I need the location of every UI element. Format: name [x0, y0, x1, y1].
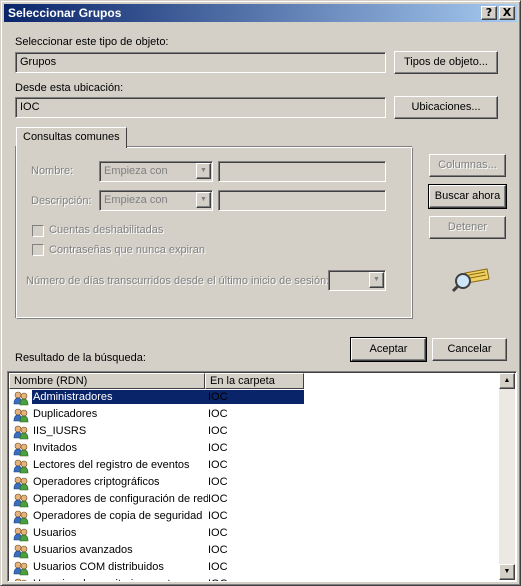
no-expire-passwords-label: Contraseñas que nunca expiran: [49, 244, 205, 256]
group-icon: [13, 425, 29, 440]
dialog-window: Seleccionar Grupos ? X Seleccionar este …: [0, 0, 521, 586]
group-icon: [13, 476, 29, 491]
search-now-button[interactable]: Buscar ahora: [428, 184, 507, 209]
row-folder: IOC: [208, 425, 228, 437]
accept-button[interactable]: Aceptar: [350, 337, 427, 362]
row-folder: IOC: [208, 578, 228, 581]
group-icon: [13, 527, 29, 542]
row-folder: IOC: [208, 510, 228, 522]
row-name: Duplicadores: [33, 408, 98, 420]
title-bar[interactable]: Seleccionar Grupos ? X: [4, 4, 517, 22]
row-name: Usuarios COM distribuidos: [33, 561, 164, 573]
columns-button: Columnas...: [429, 154, 506, 177]
scroll-up-arrow-icon[interactable]: ▲: [499, 373, 515, 389]
group-icon: [13, 408, 29, 423]
vertical-scrollbar[interactable]: ▲ ▼: [499, 373, 515, 580]
location-label: Desde esta ubicación:: [15, 82, 124, 94]
row-name: Usuarios: [33, 527, 77, 539]
row-name: Invitados: [33, 442, 78, 454]
row-folder: IOC: [208, 459, 228, 471]
search-magnifier-icon: [451, 268, 490, 293]
row-name: Lectores del registro de eventos: [33, 459, 190, 471]
tab-common-queries[interactable]: Consultas comunes: [16, 127, 127, 148]
table-row[interactable]: Administradores IOC: [10, 389, 500, 406]
name-label: Nombre:: [31, 165, 74, 177]
group-icon: [13, 510, 29, 525]
group-icon: [13, 493, 29, 508]
help-button[interactable]: ?: [481, 6, 497, 20]
column-header-folder[interactable]: En la carpeta: [205, 373, 304, 389]
close-button[interactable]: X: [499, 6, 515, 20]
group-icon: [13, 561, 29, 576]
table-row[interactable]: Usuarios de escritorio remotoIOC: [10, 576, 500, 581]
search-results-list[interactable]: Nombre (RDN) En la carpeta Administrador…: [7, 371, 517, 582]
row-name: Operadores de copia de seguridad: [33, 510, 203, 522]
column-header-name[interactable]: Nombre (RDN): [9, 373, 205, 389]
row-name: Administradores: [31, 389, 305, 405]
search-results-label: Resultado de la búsqueda:: [15, 352, 146, 364]
group-icon: [13, 442, 29, 457]
table-row[interactable]: Operadores de copia de seguridad IOC: [10, 508, 500, 525]
table-row[interactable]: Operadores de configuración de red IOC: [10, 491, 500, 508]
row-folder: IOC: [208, 408, 228, 420]
table-row[interactable]: Operadores criptográficos IOC: [10, 474, 500, 491]
no-expire-passwords-checkbox: [32, 244, 44, 256]
cancel-button[interactable]: Cancelar: [432, 338, 507, 361]
table-row[interactable]: IIS_IUSRS IOC: [10, 423, 500, 440]
object-type-label: Seleccionar este tipo de objeto:: [15, 36, 169, 48]
description-mode-value: Empieza con: [104, 194, 168, 206]
name-mode-value: Empieza con: [104, 165, 168, 177]
table-row[interactable]: Invitados IOC: [10, 440, 500, 457]
chevron-down-icon: ▼: [196, 192, 211, 208]
name-mode-select: Empieza con ▼: [99, 161, 213, 182]
table-row[interactable]: Duplicadores IOC: [10, 406, 500, 423]
chevron-down-icon: ▼: [196, 163, 211, 179]
row-folder: IOC: [208, 391, 228, 403]
table-row[interactable]: Lectores del registro de eventos IOC: [10, 457, 500, 474]
row-folder: IOC: [208, 561, 228, 573]
row-name: IIS_IUSRS: [33, 425, 87, 437]
scroll-down-arrow-icon[interactable]: ▼: [499, 564, 515, 580]
group-icon: [13, 459, 29, 474]
row-name: Operadores criptográficos: [33, 476, 160, 488]
table-row[interactable]: Usuarios avanzados IOC: [10, 542, 500, 559]
stop-button: Detener: [429, 216, 506, 239]
row-name: Usuarios de escritorio remoto: [32, 577, 208, 581]
group-icon: [13, 391, 29, 406]
row-folder: IOC: [208, 493, 228, 505]
description-text-field: [218, 190, 386, 211]
group-icon: [13, 544, 29, 559]
object-type-field: Grupos: [15, 52, 386, 73]
row-folder: IOC: [208, 527, 228, 539]
description-label: Descripción:: [31, 195, 92, 207]
row-name: Usuarios avanzados: [33, 544, 133, 556]
days-since-logon-label: Número de días transcurridos desde el úl…: [26, 275, 330, 287]
window-title: Seleccionar Grupos: [8, 6, 122, 20]
locations-button[interactable]: Ubicaciones...: [394, 96, 498, 119]
table-row[interactable]: Usuarios COM distribuidos IOC: [10, 559, 500, 576]
group-icon: [14, 578, 27, 581]
disabled-accounts-checkbox: [32, 225, 44, 237]
row-folder: IOC: [208, 476, 228, 488]
days-select: ▼: [328, 270, 386, 291]
row-folder: IOC: [208, 442, 228, 454]
description-mode-select: Empieza con ▼: [99, 190, 213, 211]
disabled-accounts-label: Cuentas deshabilitadas: [49, 224, 164, 236]
location-field: IOC: [15, 97, 386, 118]
table-row[interactable]: Usuarios IOC: [10, 525, 500, 542]
row-folder: IOC: [208, 544, 228, 556]
chevron-down-icon: ▼: [369, 272, 384, 288]
object-types-button[interactable]: Tipos de objeto...: [394, 51, 498, 74]
name-text-field: [218, 161, 386, 182]
row-name: Operadores de configuración de red: [33, 493, 208, 505]
